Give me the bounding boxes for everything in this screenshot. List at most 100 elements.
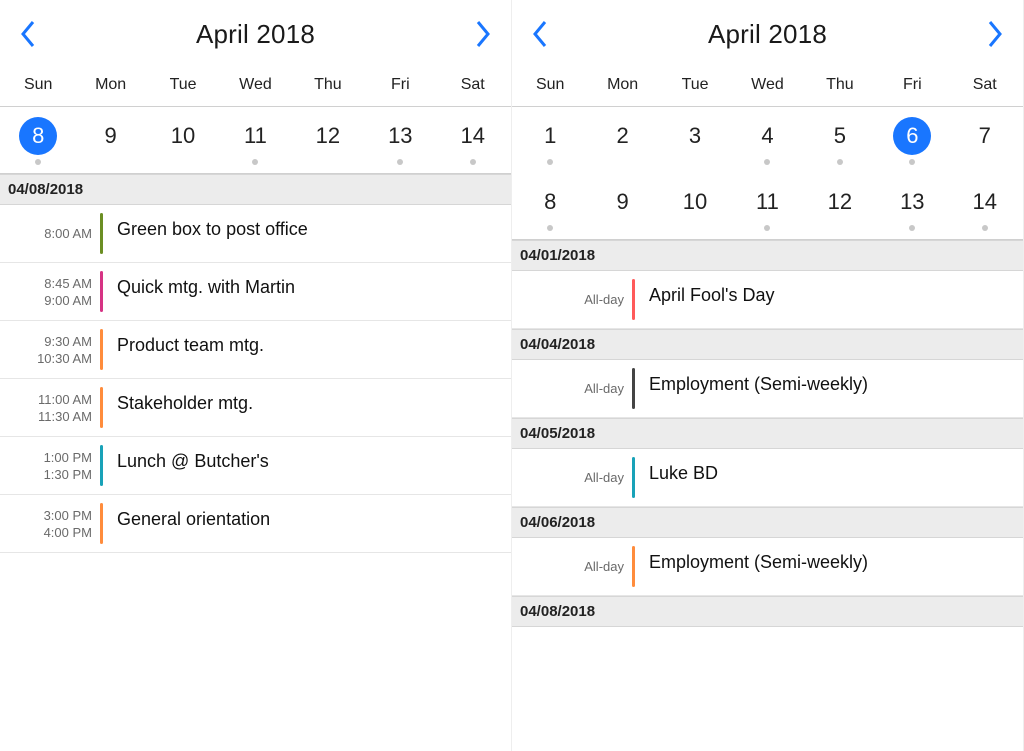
agenda-date-header: 04/08/2018 — [0, 174, 511, 205]
event-row[interactable]: 3:00 PM4:00 PMGeneral orientation — [0, 495, 511, 553]
prev-month-button[interactable] — [12, 18, 44, 50]
date-number: 10 — [164, 117, 202, 155]
prev-month-button[interactable] — [524, 18, 556, 50]
date-number: 6 — [893, 117, 931, 155]
event-row[interactable]: All-dayApril Fool's Day — [512, 271, 1023, 329]
date-cell[interactable]: 3 — [659, 117, 731, 165]
date-number: 14 — [454, 117, 492, 155]
event-title: April Fool's Day — [635, 275, 1023, 324]
date-row: 89101112 13 14 — [512, 173, 1023, 239]
date-cell[interactable]: 6 — [876, 117, 948, 165]
event-title: Quick mtg. with Martin — [103, 267, 511, 316]
next-month-button[interactable] — [979, 18, 1011, 50]
day-of-week-row: Sun Mon Tue Wed Thu Fri Sat — [0, 68, 511, 107]
event-time: 1:00 PM1:30 PM — [0, 441, 100, 490]
event-dot-icon — [909, 225, 915, 231]
event-row[interactable]: All-dayEmployment (Semi-weekly) — [512, 538, 1023, 596]
dow-cell: Sat — [949, 68, 1021, 106]
date-cell[interactable]: 10 — [147, 117, 219, 165]
calendar-header: April 2018 — [512, 0, 1023, 68]
event-title: Green box to post office — [103, 209, 511, 258]
date-number: 5 — [821, 117, 859, 155]
agenda-date-header: 04/08/2018 — [512, 596, 1023, 627]
dow-cell: Fri — [364, 68, 436, 106]
event-dot-icon — [35, 159, 41, 165]
event-row[interactable]: 8:45 AM9:00 AMQuick mtg. with Martin — [0, 263, 511, 321]
dow-cell: Mon — [74, 68, 146, 106]
date-cell[interactable]: 7 — [949, 117, 1021, 165]
agenda-list[interactable]: 04/01/2018All-dayApril Fool's Day04/04/2… — [512, 240, 1023, 751]
date-number: 8 — [19, 117, 57, 155]
date-number: 2 — [604, 117, 642, 155]
dow-cell: Sun — [2, 68, 74, 106]
day-of-week-row: Sun Mon Tue Wed Thu Fri Sat — [512, 68, 1023, 107]
event-time: All-day — [512, 542, 632, 591]
date-cell[interactable]: 9 — [74, 117, 146, 165]
calendar-header: April 2018 — [0, 0, 511, 68]
dow-cell: Wed — [731, 68, 803, 106]
date-cell[interactable]: 14 — [437, 117, 509, 165]
date-cell[interactable]: 8 — [514, 183, 586, 231]
date-cell[interactable]: 9 — [586, 183, 658, 231]
date-number: 7 — [966, 117, 1004, 155]
date-cell[interactable]: 13 — [364, 117, 436, 165]
date-cell[interactable]: 11 — [731, 183, 803, 231]
calendar-panel-right: April 2018 Sun Mon Tue Wed Thu Fri Sat 1… — [512, 0, 1024, 751]
event-title: Employment (Semi-weekly) — [635, 542, 1023, 591]
date-cell[interactable]: 12 — [292, 117, 364, 165]
chevron-right-icon — [475, 20, 491, 48]
date-cell[interactable]: 8 — [2, 117, 74, 165]
date-grid: 1234567891011121314 — [512, 107, 1023, 240]
agenda-date-header: 04/06/2018 — [512, 507, 1023, 538]
event-dot-icon — [764, 225, 770, 231]
chevron-right-icon — [987, 20, 1003, 48]
date-cell[interactable]: 1 — [514, 117, 586, 165]
dow-cell: Tue — [659, 68, 731, 106]
date-number: 13 — [381, 117, 419, 155]
event-time: 3:00 PM4:00 PM — [0, 499, 100, 548]
event-title: Luke BD — [635, 453, 1023, 502]
event-row[interactable]: 9:30 AM10:30 AMProduct team mtg. — [0, 321, 511, 379]
date-cell[interactable]: 10 — [659, 183, 731, 231]
event-row[interactable]: 1:00 PM1:30 PMLunch @ Butcher's — [0, 437, 511, 495]
date-cell[interactable]: 4 — [731, 117, 803, 165]
event-dot-icon — [837, 159, 843, 165]
event-title: Employment (Semi-weekly) — [635, 364, 1023, 413]
event-title: Product team mtg. — [103, 325, 511, 374]
date-cell[interactable]: 11 — [219, 117, 291, 165]
month-title: April 2018 — [708, 19, 827, 50]
event-time: 11:00 AM11:30 AM — [0, 383, 100, 432]
event-time: All-day — [512, 453, 632, 502]
date-number: 3 — [676, 117, 714, 155]
date-number: 13 — [893, 183, 931, 221]
date-cell[interactable]: 13 — [876, 183, 948, 231]
date-cell[interactable]: 2 — [586, 117, 658, 165]
agenda-date-header: 04/05/2018 — [512, 418, 1023, 449]
chevron-left-icon — [532, 20, 548, 48]
dow-cell: Mon — [586, 68, 658, 106]
date-cell[interactable]: 14 — [949, 183, 1021, 231]
dow-cell: Thu — [292, 68, 364, 106]
event-time: 8:45 AM9:00 AM — [0, 267, 100, 316]
event-dot-icon — [547, 225, 553, 231]
event-row[interactable]: All-dayEmployment (Semi-weekly) — [512, 360, 1023, 418]
next-month-button[interactable] — [467, 18, 499, 50]
agenda-date-header: 04/04/2018 — [512, 329, 1023, 360]
date-row: 1234567 — [512, 107, 1023, 173]
event-dot-icon — [397, 159, 403, 165]
dow-cell: Thu — [804, 68, 876, 106]
event-time: All-day — [512, 364, 632, 413]
agenda-date-header: 04/01/2018 — [512, 240, 1023, 271]
date-number: 4 — [748, 117, 786, 155]
date-cell[interactable]: 5 — [804, 117, 876, 165]
dow-cell: Tue — [147, 68, 219, 106]
event-dot-icon — [982, 225, 988, 231]
date-cell[interactable]: 12 — [804, 183, 876, 231]
event-title: Lunch @ Butcher's — [103, 441, 511, 490]
date-number: 11 — [236, 117, 274, 155]
event-row[interactable]: 8:00 AMGreen box to post office — [0, 205, 511, 263]
event-row[interactable]: All-dayLuke BD — [512, 449, 1023, 507]
event-row[interactable]: 11:00 AM11:30 AMStakeholder mtg. — [0, 379, 511, 437]
agenda-list[interactable]: 04/08/20188:00 AMGreen box to post offic… — [0, 174, 511, 751]
event-dot-icon — [909, 159, 915, 165]
